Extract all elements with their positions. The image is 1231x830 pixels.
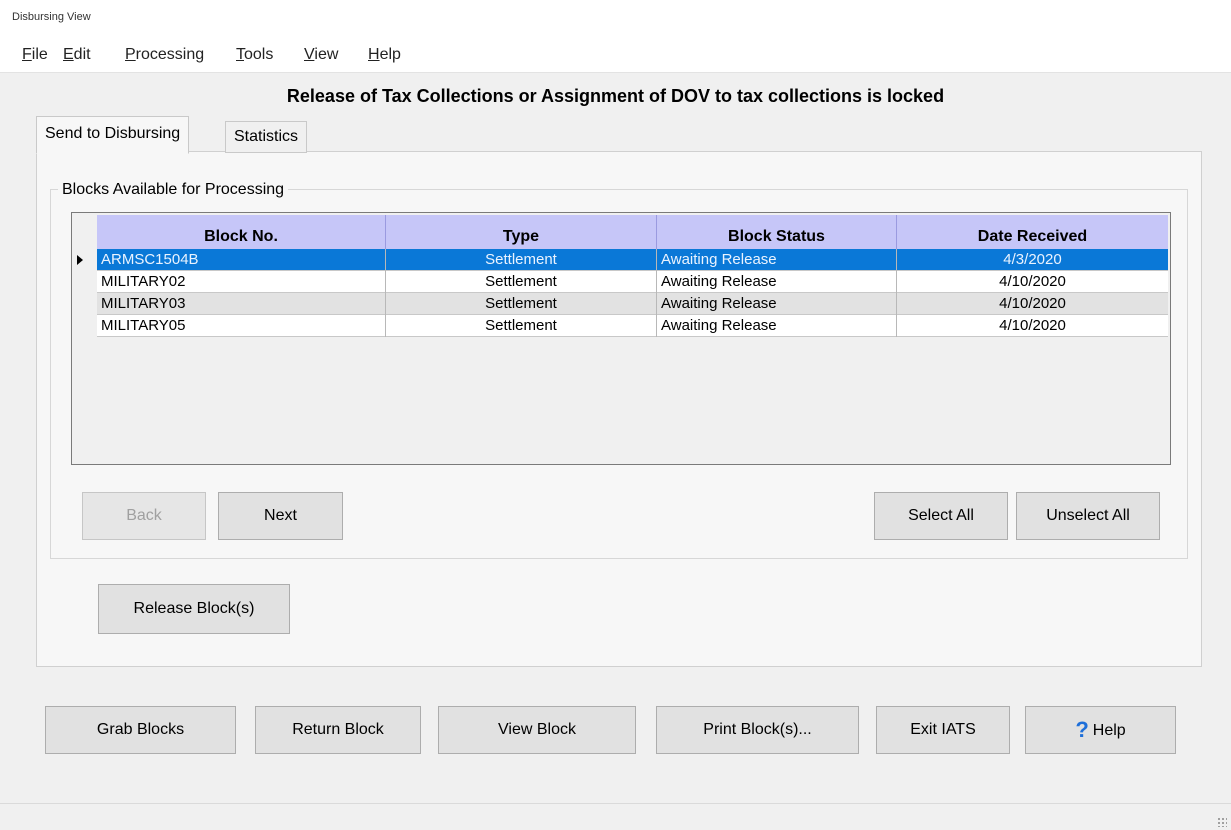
exit-iats-button-label: Exit IATS <box>910 721 976 738</box>
unselect-all-button[interactable]: Unselect All <box>1016 492 1160 540</box>
lock-message: Release of Tax Collections or Assignment… <box>286 86 945 106</box>
release-blocks-button[interactable]: Release Block(s) <box>98 584 290 634</box>
cell-type: Settlement <box>386 271 657 293</box>
back-button-label: Back <box>126 507 162 524</box>
disbursing-view-window: Disbursing View File Edit Processing Too… <box>0 0 1231 830</box>
next-button[interactable]: Next <box>218 492 343 540</box>
window-title: Disbursing View <box>12 11 91 23</box>
tab-statistics[interactable]: Statistics <box>225 121 308 153</box>
menu-file[interactable]: File <box>22 46 48 64</box>
cell-date-received: 4/10/2020 <box>999 273 1066 290</box>
unselect-all-button-label: Unselect All <box>1046 507 1130 524</box>
menu-help-rest: elp <box>379 46 401 63</box>
menu-processing[interactable]: Processing <box>125 46 204 64</box>
help-icon: ? <box>1075 717 1089 742</box>
cell-date-received: 4/10/2020 <box>999 317 1066 334</box>
select-all-button-label: Select All <box>908 507 974 524</box>
blocks-grid[interactable]: Block No. Type Block Status Date Receive… <box>71 212 1171 465</box>
cell-block-no: MILITARY02 <box>97 271 386 293</box>
menu-bar: File Edit Processing Tools View Help <box>0 34 1231 73</box>
cell-date-received: 4/10/2020 <box>999 295 1066 312</box>
menu-view-rest: iew <box>314 46 339 63</box>
cell-date-received: 4/3/2020 <box>1003 251 1062 268</box>
print-blocks-button[interactable]: Print Block(s)... <box>656 706 859 754</box>
select-all-button[interactable]: Select All <box>874 492 1008 540</box>
view-block-button[interactable]: View Block <box>438 706 636 754</box>
menu-processing-rest: rocessing <box>135 46 205 63</box>
exit-iats-button[interactable]: Exit IATS <box>876 706 1010 754</box>
current-row-indicator-icon <box>77 255 83 265</box>
view-block-button-label: View Block <box>498 721 576 738</box>
tab-send-to-disbursing[interactable]: Send to Disbursing <box>36 116 190 154</box>
menu-tools[interactable]: Tools <box>236 46 273 64</box>
menu-tools-rest: ools <box>244 46 274 63</box>
cell-block-status: Awaiting Release <box>657 249 897 271</box>
cell-type: Settlement <box>386 249 657 271</box>
grab-blocks-button[interactable]: Grab Blocks <box>45 706 236 754</box>
status-bar <box>0 803 1231 830</box>
help-button-label: Help <box>1092 722 1126 739</box>
cell-block-status: Awaiting Release <box>657 271 897 293</box>
table-row[interactable]: ARMSC1504B Settlement Awaiting Release 4… <box>97 249 1168 271</box>
cell-block-no: ARMSC1504B <box>97 249 386 271</box>
return-block-button-label: Return Block <box>292 721 384 738</box>
cell-block-status: Awaiting Release <box>657 315 897 337</box>
return-block-button[interactable]: Return Block <box>255 706 421 754</box>
cell-type: Settlement <box>386 293 657 315</box>
resize-grip-icon[interactable] <box>1217 817 1227 827</box>
cell-block-no: MILITARY05 <box>97 315 386 337</box>
table-row[interactable]: MILITARY02 Settlement Awaiting Release 4… <box>97 271 1168 293</box>
menu-file-rest: ile <box>31 46 48 63</box>
table-row[interactable]: MILITARY05 Settlement Awaiting Release 4… <box>97 315 1168 337</box>
blocks-group-label: Blocks Available for Processing <box>58 181 289 199</box>
menu-edit-rest: dit <box>73 46 91 63</box>
help-button[interactable]: ? Help <box>1025 706 1176 754</box>
table-row[interactable]: MILITARY03 Settlement Awaiting Release 4… <box>97 293 1168 315</box>
back-button[interactable]: Back <box>82 492 206 540</box>
cell-block-status: Awaiting Release <box>657 293 897 315</box>
next-button-label: Next <box>264 507 297 524</box>
cell-block-no: MILITARY03 <box>97 293 386 315</box>
menu-view[interactable]: View <box>304 46 338 64</box>
cell-type: Settlement <box>386 315 657 337</box>
title-bar: Disbursing View <box>0 0 1231 34</box>
grab-blocks-button-label: Grab Blocks <box>96 721 185 738</box>
menu-help[interactable]: Help <box>368 46 401 64</box>
release-blocks-button-label: Release Block(s) <box>133 600 255 617</box>
menu-edit[interactable]: Edit <box>63 46 91 64</box>
print-blocks-button-label: Print Block(s)... <box>703 721 812 738</box>
